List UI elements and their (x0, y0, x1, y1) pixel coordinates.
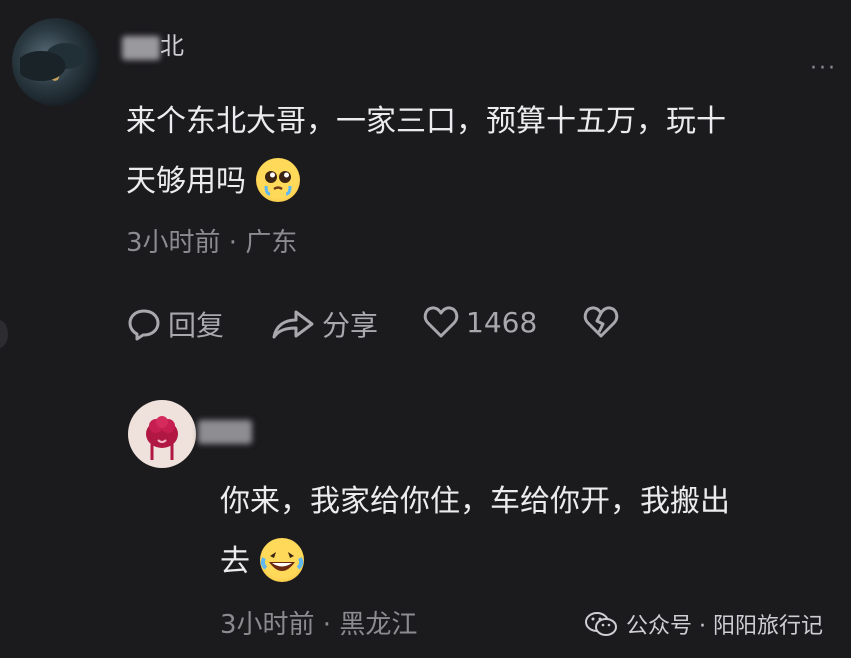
watermark: 公众号 · 阳阳旅行记 (584, 608, 823, 640)
reply-username-blur (198, 420, 252, 444)
reply-button[interactable]: 回复 (126, 304, 224, 344)
comment-text-line-1: 来个东北大哥，一家三口，预算十五万，玩十 (126, 104, 726, 139)
share-label: 分享 (322, 309, 379, 342)
rolling-laughing-emoji (259, 537, 304, 582)
more-options-button[interactable]: ··· (810, 56, 837, 81)
reply-text-line-1: 你来，我家给你住，车给你开，我搬出 (220, 484, 730, 519)
dislike-button[interactable] (582, 304, 626, 340)
pleading-face-emoji (255, 157, 300, 202)
like-count: 1468 (466, 305, 538, 339)
username-blur (122, 36, 160, 60)
comment-text-line-2: 天够用吗 (126, 152, 300, 212)
heart-icon (423, 306, 459, 338)
share-button[interactable]: 分享 (270, 304, 378, 344)
reply-label: 回复 (168, 309, 225, 342)
like-button[interactable]: 1468 (422, 304, 537, 340)
reply-text-line-2: 去 (220, 532, 304, 592)
broken-heart-icon (583, 306, 619, 338)
wechat-icon (585, 612, 618, 636)
share-arrow-icon (272, 310, 314, 339)
reply-meta: 3小时前 · 黑龙江 (220, 610, 418, 640)
username[interactable]: 北 (160, 26, 184, 61)
comment-meta: 3小时前 · 广东 (126, 228, 298, 258)
speech-bubble-icon (128, 309, 160, 341)
comment-text: 天够用吗 (126, 164, 246, 199)
watermark-text: 公众号 · 阳阳旅行记 (626, 614, 823, 639)
user-avatar[interactable] (12, 18, 100, 106)
side-scroll-handle (0, 320, 8, 348)
reply-text: 去 (220, 544, 250, 579)
reply-user-avatar[interactable] (128, 400, 196, 468)
